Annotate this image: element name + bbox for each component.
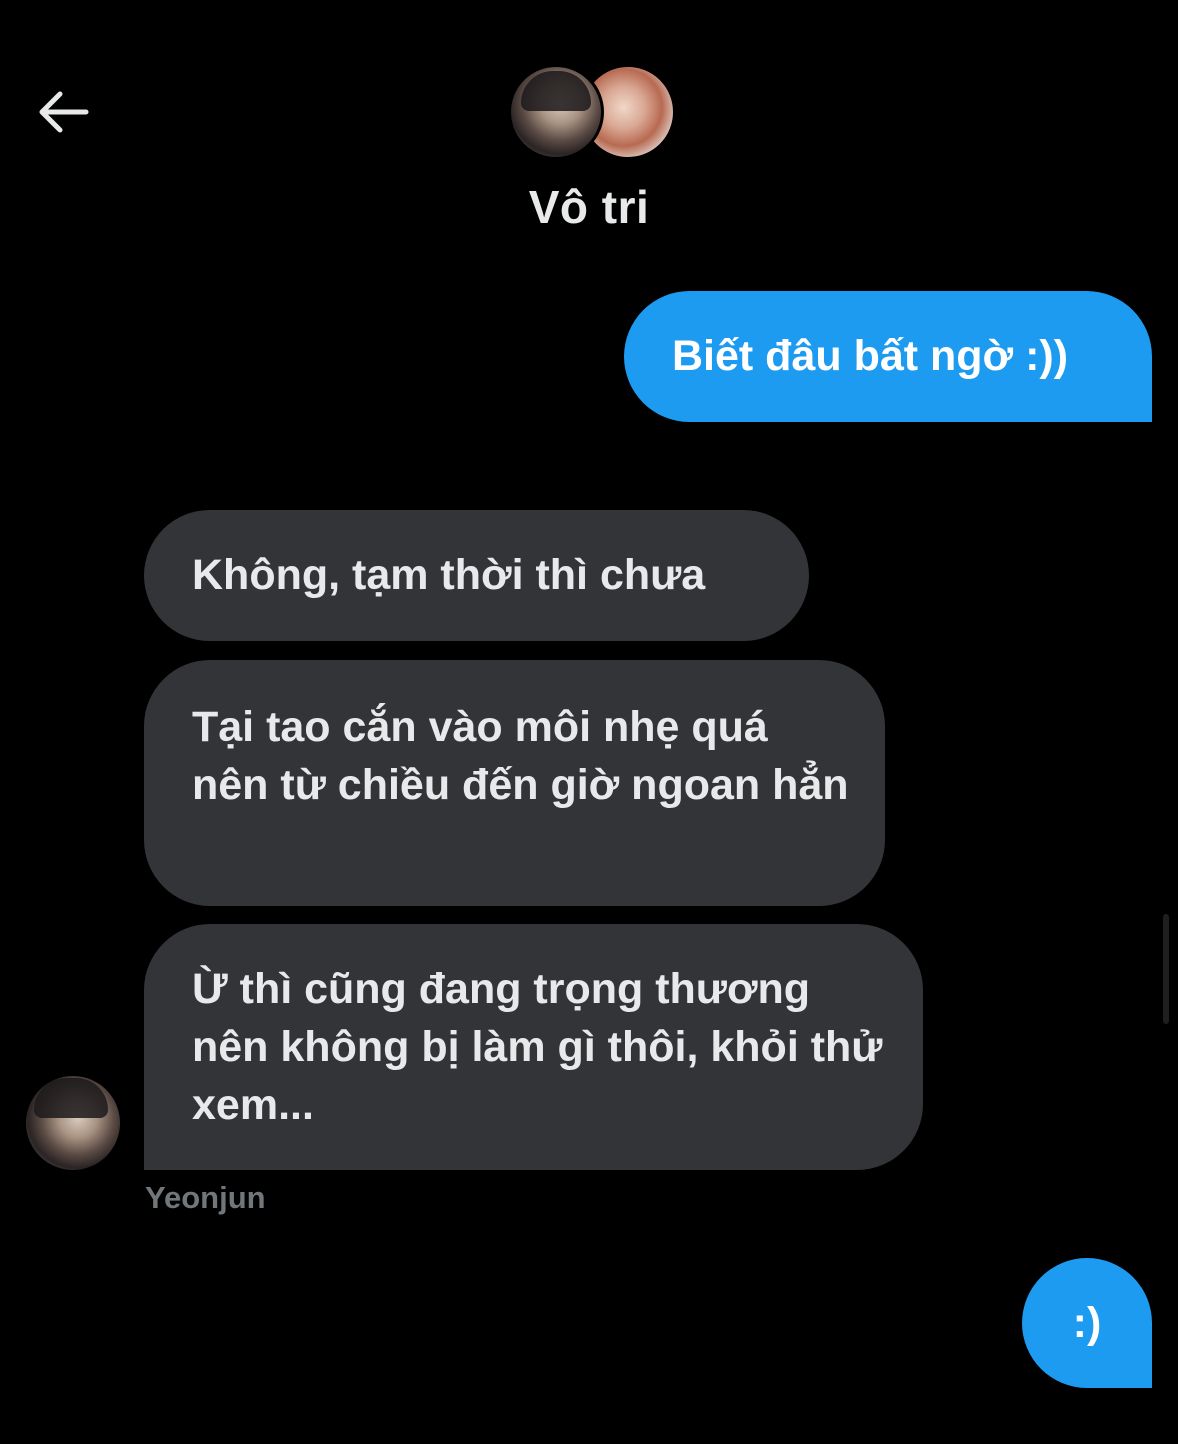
- avatar[interactable]: [26, 1076, 120, 1170]
- group-avatars[interactable]: [508, 64, 676, 164]
- back-button[interactable]: [30, 82, 94, 142]
- conversation-title[interactable]: Vô tri: [0, 180, 1178, 234]
- message-bubble-received[interactable]: Tại tao cắn vào môi nhẹ quá nên từ chiều…: [144, 660, 885, 906]
- sender-name: Yeonjun: [145, 1180, 266, 1215]
- arrow-left-icon: [39, 91, 89, 133]
- avatar: [508, 64, 604, 160]
- message-bubble-received[interactable]: Ừ thì cũng đang trọng thương nên không b…: [144, 924, 923, 1170]
- message-bubble-received[interactable]: Không, tạm thời thì chưa: [144, 510, 809, 641]
- message-bubble-sent[interactable]: Biết đâu bất ngờ :)): [624, 291, 1152, 422]
- scrollbar[interactable]: [1163, 914, 1169, 1024]
- message-bubble-sent[interactable]: :): [1022, 1258, 1152, 1388]
